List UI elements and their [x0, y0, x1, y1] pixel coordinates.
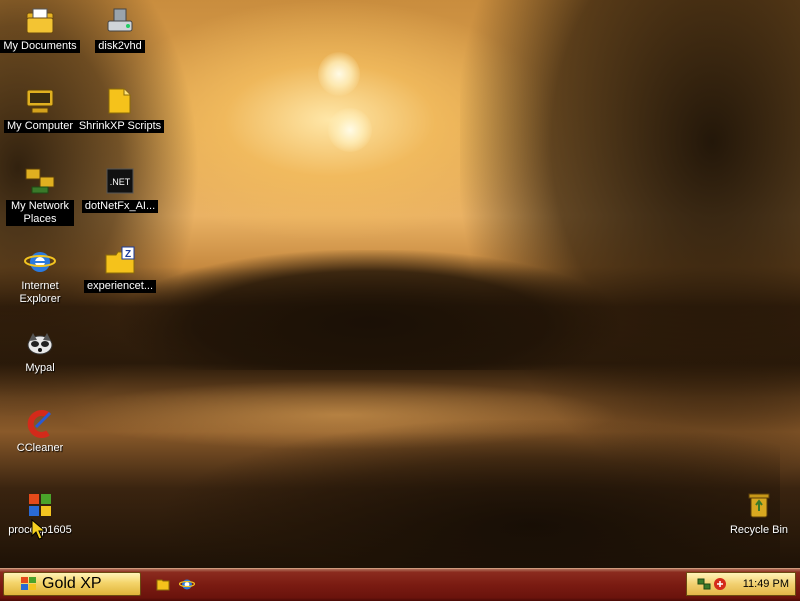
desktop-icon-my-network-places[interactable]: My Network Places [0, 164, 82, 226]
internet-explorer-icon [179, 579, 195, 590]
desktop-icon-dotnetfx[interactable]: .NET dotNetFx_AI... [78, 164, 162, 213]
recycle-bin-icon [742, 488, 776, 522]
svg-text:Z: Z [125, 249, 131, 260]
ccleaner-icon [23, 406, 57, 440]
quick-launch [154, 575, 196, 593]
disk-drive-icon [103, 4, 137, 38]
wallpaper-reeds [160, 420, 780, 568]
system-tray: 11:49 PM [686, 572, 796, 596]
desktop-icon-label: Mypal [25, 362, 55, 374]
wallpaper-sun-glare [318, 52, 360, 96]
taskbar: Gold XP 11:49 PM [0, 568, 800, 601]
zip-folder-icon: Z [103, 244, 137, 278]
start-button-label: Gold XP [42, 575, 102, 592]
windows-flag-icon [23, 488, 57, 522]
folder-icon [156, 579, 170, 591]
wallpaper-treeline [120, 250, 620, 370]
desktop-wallpaper: My Documents disk2vhd My Computer Shrink… [0, 0, 800, 568]
network-tray-icon[interactable] [697, 577, 711, 591]
quick-launch-internet-explorer[interactable] [178, 575, 196, 593]
desktop-icon-label: ShrinkXP Scripts [75, 120, 165, 133]
desktop-icon-label: My Documents [0, 40, 80, 53]
dotnet-installer-icon: .NET [103, 164, 137, 198]
network-icon [23, 164, 57, 198]
folder-icon [103, 84, 137, 118]
desktop-icon-label: disk2vhd [95, 40, 145, 53]
desktop-icon-label: experiencet... [83, 280, 157, 293]
quick-launch-folder[interactable] [154, 575, 172, 593]
desktop-icon-experiencet[interactable]: Z experiencet... [78, 244, 162, 293]
raccoon-icon [23, 326, 57, 360]
wallpaper-sun-glare [328, 108, 372, 152]
desktop-icon-label: CCleaner [16, 442, 64, 454]
desktop-icon-mypal[interactable]: Mypal [0, 326, 82, 375]
mouse-cursor-icon [31, 519, 47, 540]
desktop-icon-ccleaner[interactable]: CCleaner [0, 406, 82, 455]
computer-icon [23, 84, 57, 118]
start-flag-icon [21, 577, 36, 590]
desktop-icon-label: dotNetFx_AI... [81, 200, 159, 213]
desktop-icon-my-computer[interactable]: My Computer [0, 84, 82, 133]
desktop-icon-disk2vhd[interactable]: disk2vhd [78, 4, 162, 53]
desktop-icon-recycle-bin[interactable]: Recycle Bin [717, 488, 800, 537]
dotnet-badge-text: .NET [110, 177, 131, 187]
desktop-icon-label: My Computer [3, 120, 77, 133]
desktop-icon-label: Recycle Bin [729, 524, 789, 536]
desktop-icon-shrinkxp-scripts[interactable]: ShrinkXP Scripts [75, 84, 165, 133]
start-button[interactable]: Gold XP [3, 572, 141, 596]
my-documents-icon [23, 4, 57, 38]
desktop-icon-label: My Network Places [6, 200, 74, 226]
desktop-icon-label: Internet Explorer [19, 280, 61, 305]
security-tray-icon[interactable] [713, 577, 727, 591]
desktop-icon-internet-explorer[interactable]: Internet Explorer [0, 244, 82, 306]
internet-explorer-icon [23, 244, 57, 278]
tray-clock[interactable]: 11:49 PM [743, 578, 789, 590]
desktop-icon-my-documents[interactable]: My Documents [0, 4, 82, 53]
